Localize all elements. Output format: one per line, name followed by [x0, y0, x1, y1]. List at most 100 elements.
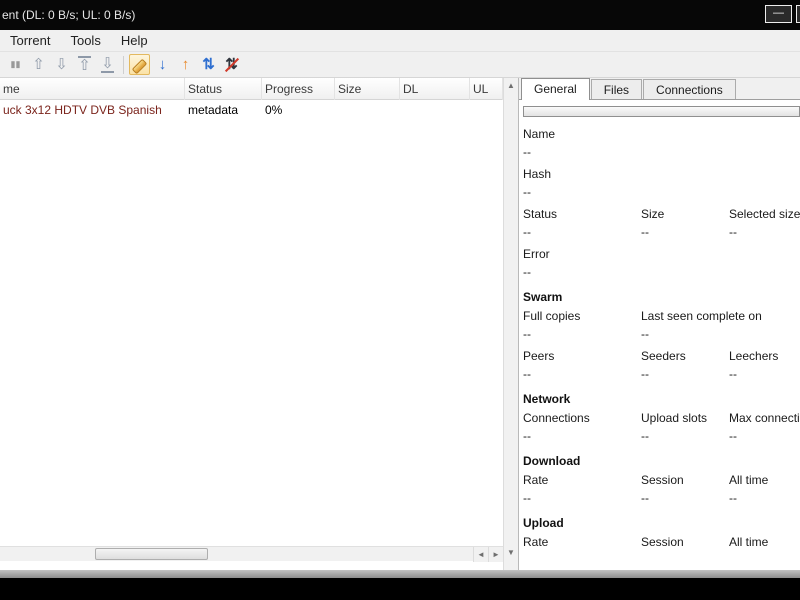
torrent-status: metadata — [188, 103, 239, 117]
field-value: -- — [523, 429, 531, 443]
detail-row: Hash -- — [523, 165, 800, 201]
field-label: Full copies — [523, 309, 581, 323]
field-value: -- — [523, 225, 531, 239]
field-value — [641, 551, 729, 569]
section-title-upload: Upload — [523, 516, 564, 530]
column-header-status[interactable]: Status — [185, 78, 262, 100]
tab-files[interactable]: Files — [590, 79, 643, 99]
move-up-button[interactable]: ⇧ — [28, 54, 49, 75]
field-value: -- — [523, 265, 531, 279]
column-header-progress[interactable]: Progress — [262, 78, 335, 100]
window-button-partial[interactable] — [796, 5, 800, 23]
field-value: -- — [641, 327, 649, 341]
detail-row: Name -- — [523, 125, 800, 161]
field-value: -- — [641, 367, 649, 381]
no-connection-icon: ⇅ — [225, 56, 238, 73]
download-limit-button[interactable]: ↓ — [152, 54, 173, 75]
field-label: All time — [729, 473, 769, 487]
menu-item-help[interactable]: Help — [111, 30, 158, 51]
scroll-left-icon[interactable]: ◄ — [473, 547, 488, 562]
wrench-button[interactable] — [129, 54, 150, 75]
scroll-up-icon[interactable]: ▲ — [504, 79, 518, 93]
scroll-down-icon[interactable]: ▼ — [504, 546, 518, 560]
details-panel: General Files Connections Name -- Hash -- Stat… — [518, 78, 800, 570]
field-value: -- — [523, 367, 531, 381]
arrow-to-top-icon: ⇧ — [78, 56, 91, 74]
list-body: uck 3x12 HDTV DVB Spanish metadata 0% — [0, 100, 503, 120]
arrow-to-bottom-icon: ⇩ — [101, 55, 114, 73]
menu-bar: Torrent Tools Help — [0, 30, 800, 52]
field-label: Error — [523, 247, 550, 261]
main-area: me Status Progress Size DL UL uck 3x12 HDTV D… — [0, 78, 800, 570]
detail-row: Full copies -- Last seen complete on -- — [523, 307, 800, 343]
arrow-down-icon: ⇩ — [55, 56, 68, 73]
field-value: -- — [523, 145, 531, 159]
field-value: -- — [729, 367, 737, 381]
torrent-row[interactable]: uck 3x12 HDTV DVB Spanish metadata 0% — [0, 100, 503, 120]
disconnect-button[interactable]: ⇅ — [221, 54, 242, 75]
field-value — [523, 551, 641, 569]
field-value: -- — [641, 429, 649, 443]
title-bar[interactable]: ent (DL: 0 B/s; UL: 0 B/s) — — [0, 0, 800, 30]
field-value: -- — [523, 185, 531, 199]
menu-item-torrent[interactable]: Torrent — [0, 30, 60, 51]
field-label: Name — [523, 127, 556, 141]
field-value: -- — [729, 429, 737, 443]
window-title: ent (DL: 0 B/s; UL: 0 B/s) — [2, 8, 136, 22]
section-title-swarm: Swarm — [523, 290, 563, 304]
vertical-scrollbar[interactable]: ▲ ▼ — [503, 78, 518, 570]
screen: { "window": { "title": "ent (DL: 0 B/s; … — [0, 0, 800, 600]
scroll-right-icon[interactable]: ► — [488, 547, 503, 562]
minimize-button[interactable]: — — [765, 5, 792, 23]
arrow-up-icon: ⇧ — [32, 56, 45, 73]
field-label: Rate — [523, 535, 549, 549]
move-down-button[interactable]: ⇩ — [51, 54, 72, 75]
detail-row: Error -- — [523, 245, 800, 281]
column-header-dl[interactable]: DL — [400, 78, 470, 100]
torrent-progress-bar — [523, 106, 800, 117]
swap-arrows-icon: ⇅ — [202, 56, 215, 73]
details-tabs: General Files Connections — [519, 78, 800, 100]
field-label: Connections — [523, 411, 590, 425]
detail-row: Status -- Size -- Selected size -- — [523, 205, 800, 241]
upload-arrow-icon: ↑ — [181, 56, 190, 73]
column-header-name[interactable]: me — [0, 78, 185, 100]
upload-limit-button[interactable]: ↑ — [175, 54, 196, 75]
field-label: Selected size — [729, 207, 800, 221]
tab-general[interactable]: General — [521, 78, 590, 100]
column-header-ul[interactable]: UL — [470, 78, 503, 100]
field-value: -- — [523, 491, 531, 505]
move-top-button[interactable]: ⇧ — [74, 54, 95, 75]
tab-connections[interactable]: Connections — [643, 79, 736, 99]
field-label: Session — [641, 473, 684, 487]
field-label: Seeders — [641, 349, 686, 363]
field-label: Session — [641, 535, 684, 549]
field-label: Upload slots — [641, 411, 708, 425]
detail-row: Rate -- Session -- All time -- — [523, 471, 800, 507]
wrench-icon — [132, 57, 148, 73]
move-bottom-button[interactable]: ⇩ — [97, 54, 118, 75]
detail-row: Connections -- Upload slots -- Max connectio… — [523, 409, 800, 445]
horizontal-scrollbar[interactable]: ◄ ► — [0, 546, 503, 562]
field-label: Last seen complete on — [641, 309, 762, 323]
field-value: -- — [641, 225, 649, 239]
column-header-size[interactable]: Size — [335, 78, 400, 100]
menu-item-tools[interactable]: Tools — [60, 30, 110, 51]
toolbar: ▮▮ ⇧ ⇩ ⇧ ⇩ ↓ ↑ ⇅ ⇅ — [0, 52, 800, 78]
detail-row: Peers -- Seeders -- Leechers -- — [523, 347, 800, 383]
list-header: me Status Progress Size DL UL — [0, 78, 503, 100]
torrent-list-pane: me Status Progress Size DL UL uck 3x12 HDTV D… — [0, 78, 503, 570]
scrollbar-thumb[interactable] — [95, 548, 208, 560]
field-value — [729, 551, 800, 569]
pause-icon: ▮▮ — [10, 59, 21, 69]
download-arrow-icon: ↓ — [158, 56, 167, 73]
field-label: Size — [641, 207, 665, 221]
transfer-button[interactable]: ⇅ — [198, 54, 219, 75]
torrent-progress: 0% — [265, 103, 283, 117]
field-label: Rate — [523, 473, 549, 487]
field-label: Status — [523, 207, 558, 221]
window-bottom-edge — [0, 570, 800, 578]
pause-button[interactable]: ▮▮ — [5, 54, 26, 75]
detail-row: Rate Session All time — [523, 533, 800, 569]
field-value: -- — [641, 491, 649, 505]
